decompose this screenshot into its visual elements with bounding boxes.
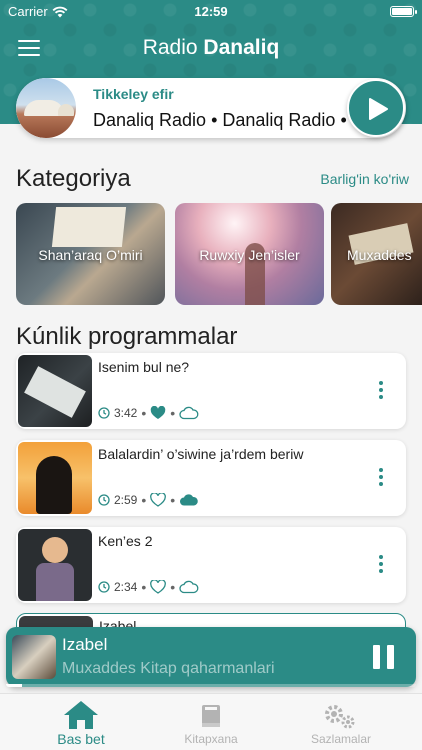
program-meta: 2:34 • • (98, 579, 199, 595)
status-bar: Carrier 12:59 (0, 0, 422, 24)
tab-settings[interactable]: Sazlamalar (271, 698, 411, 748)
library-icon (202, 705, 220, 727)
cloud-outline-icon[interactable] (179, 406, 199, 420)
clock-icon (98, 494, 110, 506)
heart-outline-icon[interactable] (150, 493, 167, 507)
more-options-icon[interactable] (378, 468, 384, 488)
live-ticker: Danaliq Radio • Danaliq Radio • (93, 110, 347, 130)
mini-player[interactable]: Izabel Muxaddes Kitap qaharmanlari (6, 627, 416, 687)
tab-home[interactable]: Bas bet (11, 698, 151, 748)
playback-progress-fill (6, 684, 23, 687)
app-title: Radio Danaliq (0, 36, 422, 60)
battery-icon (390, 6, 417, 17)
playback-progress-bar[interactable] (6, 684, 416, 687)
program-thumbnail (18, 529, 92, 601)
program-thumbnail (18, 355, 92, 427)
cloud-outline-icon[interactable] (179, 580, 199, 594)
category-card-family[interactable]: Shan’araq O’miri (16, 203, 165, 305)
program-item[interactable]: Balalardin’ o’siwine ja’rdem beriw 2:59 … (16, 440, 406, 516)
tab-label: Sazlamalar (310, 732, 372, 746)
cloud-filled-icon[interactable] (179, 493, 199, 507)
program-meta: 3:42 • • (98, 405, 199, 421)
heart-outline-icon[interactable] (150, 580, 167, 594)
now-playing-title: Izabel (62, 635, 108, 654)
more-options-icon[interactable] (378, 555, 384, 575)
app-title-bold: Danaliq (203, 36, 280, 59)
category-label: Shan’araq O’miri (38, 247, 143, 263)
now-playing-subtitle: Muxaddes Kitap qaharmanlari (62, 660, 275, 677)
live-thumbnail (16, 78, 76, 138)
category-card-holy[interactable]: Muxaddes (331, 203, 422, 305)
programs-title: Kúnlik programmalar (16, 323, 238, 350)
play-icon (369, 98, 388, 120)
live-play-button[interactable] (347, 79, 405, 137)
categories-title: Kategoriya (16, 165, 131, 192)
program-title: Isenim bul ne? (98, 359, 190, 375)
program-thumbnail (18, 442, 92, 514)
category-label: Muxaddes (347, 247, 412, 263)
live-label: Tikkeley efir (93, 86, 174, 102)
clock-icon (98, 407, 110, 419)
pause-button[interactable] (373, 645, 395, 669)
program-title: Balalardin’ o’siwine ja’rdem beriw (98, 446, 304, 462)
category-label: Ruwxiy Jen’isler (199, 247, 300, 263)
program-title: Ken’es 2 (98, 533, 153, 549)
app-title-regular: Radio (142, 36, 198, 59)
program-item[interactable]: Isenim bul ne? 3:42 • • (16, 353, 406, 429)
now-playing-thumbnail (12, 635, 56, 679)
clock-icon (98, 581, 110, 593)
tab-label: Kitapxana (184, 732, 238, 746)
category-card-spiritual[interactable]: Ruwxiy Jen’isler (175, 203, 324, 305)
program-duration: 2:34 (114, 580, 138, 594)
more-options-icon[interactable] (378, 381, 384, 401)
program-duration: 2:59 (114, 493, 138, 507)
program-meta: 2:59 • • (98, 492, 199, 508)
tab-bar: Bas bet Kitapxana Sazlamalar (0, 693, 422, 750)
see-all-link[interactable]: Barlig'in ko'riw (320, 171, 409, 187)
tab-library[interactable]: Kitapxana (141, 698, 281, 748)
tab-label: Bas bet (57, 731, 105, 747)
settings-icon (325, 705, 355, 729)
program-duration: 3:42 (114, 406, 138, 420)
home-icon (64, 701, 98, 729)
status-time: 12:59 (194, 4, 228, 19)
program-item[interactable]: Ken’es 2 2:34 • • (16, 527, 406, 603)
heart-filled-icon[interactable] (150, 406, 166, 420)
